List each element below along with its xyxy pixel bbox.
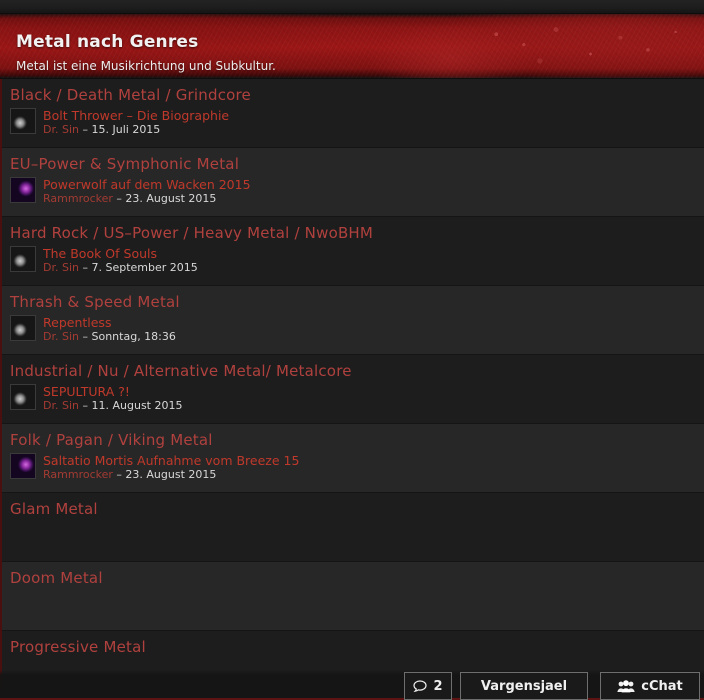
avatar[interactable] [10,453,36,479]
byline-separator: – [82,261,89,274]
masthead-splatter-decoration [464,18,694,76]
chat-comment-count-button[interactable]: 2 [404,672,452,700]
thread-meta: Repentless Dr. Sin – Sonntag, 18:36 [43,315,176,344]
category-row[interactable]: Black / Death Metal / Grindcore Bolt Thro… [2,79,704,148]
category-title-link[interactable]: Black / Death Metal / Grindcore [10,85,704,105]
category-row[interactable]: Doom Metal [2,562,704,631]
category-title-link[interactable]: Industrial / Nu / Alternative Metal/ Met… [10,361,704,381]
thread-title-link[interactable]: Powerwolf auf dem Wacken 2015 [43,177,251,192]
thread-author-link[interactable]: Dr. Sin [43,123,79,136]
category-title-link[interactable]: Doom Metal [10,568,704,588]
top-bar [0,0,704,14]
avatar[interactable] [10,177,36,203]
byline-separator: – [82,123,89,136]
chat-username-button[interactable]: Vargensjael [460,672,588,700]
thread-author-link[interactable]: Rammrocker [43,468,113,481]
thread-date: 23. August 2015 [125,468,217,481]
thread-author-link[interactable]: Dr. Sin [43,261,79,274]
byline-separator: – [116,468,122,481]
category-title-link[interactable]: Glam Metal [10,499,704,519]
thread-meta: Saltatio Mortis Aufnahme vom Breeze 15 Ra… [43,453,299,482]
thread-meta: The Book Of Souls Dr. Sin – 7. September … [43,246,198,275]
thread-meta: SEPULTURA ?! Dr. Sin – 11. August 2015 [43,384,182,413]
category-row[interactable]: Glam Metal [2,493,704,562]
thread-author-link[interactable]: Dr. Sin [43,330,79,343]
latest-thread: Powerwolf auf dem Wacken 2015 Rammrocker … [10,177,704,206]
page-title: Metal nach Genres [16,32,199,52]
thread-date: 15. Juli 2015 [91,123,161,136]
cchat-button[interactable]: cChat [600,672,700,700]
avatar[interactable] [10,315,36,341]
category-title-link[interactable]: Thrash & Speed Metal [10,292,704,312]
category-title-link[interactable]: Hard Rock / US–Power / Heavy Metal / Nwo… [10,223,704,243]
category-row[interactable]: Progressive Metal [2,631,704,700]
thread-date: 23. August 2015 [125,192,217,205]
avatar[interactable] [10,246,36,272]
cchat-label: cChat [641,678,683,694]
category-row[interactable]: Thrash & Speed Metal Repentless Dr. Sin – … [2,286,704,355]
thread-title-link[interactable]: Repentless [43,315,176,330]
thread-date: 11. August 2015 [91,399,183,412]
chat-username-label: Vargensjael [480,678,568,694]
thread-byline: Dr. Sin – 11. August 2015 [43,399,182,413]
page-root: Metal nach Genres Metal ist eine Musikri… [0,0,704,700]
category-row[interactable]: Industrial / Nu / Alternative Metal/ Met… [2,355,704,424]
byline-separator: – [116,192,122,205]
thread-byline: Rammrocker – 23. August 2015 [43,192,251,206]
category-row[interactable]: EU–Power & Symphonic Metal Powerwolf auf … [2,148,704,217]
latest-thread: SEPULTURA ?! Dr. Sin – 11. August 2015 [10,384,704,413]
thread-title-link[interactable]: Saltatio Mortis Aufnahme vom Breeze 15 [43,453,299,468]
thread-date: Sonntag, 18:36 [91,330,176,343]
latest-thread: Saltatio Mortis Aufnahme vom Breeze 15 Ra… [10,453,704,482]
thread-date: 7. September 2015 [91,261,198,274]
page-subtitle: Metal ist eine Musikrichtung und Subkult… [16,59,276,73]
avatar[interactable] [10,384,36,410]
thread-meta: Powerwolf auf dem Wacken 2015 Rammrocker … [43,177,251,206]
category-list: Black / Death Metal / Grindcore Bolt Thro… [0,79,704,700]
thread-author-link[interactable]: Rammrocker [43,192,113,205]
comment-bubble-icon [413,679,428,693]
latest-thread: Bolt Thrower – Die Biographie Dr. Sin – 1… [10,108,704,137]
thread-author-link[interactable]: Dr. Sin [43,399,79,412]
thread-title-link[interactable]: Bolt Thrower – Die Biographie [43,108,229,123]
thread-title-link[interactable]: The Book Of Souls [43,246,198,261]
thread-byline: Dr. Sin – Sonntag, 18:36 [43,330,176,344]
thread-meta: Bolt Thrower – Die Biographie Dr. Sin – 1… [43,108,229,137]
category-title-link[interactable]: EU–Power & Symphonic Metal [10,154,704,174]
avatar[interactable] [10,108,36,134]
category-title-link[interactable]: Progressive Metal [10,637,704,657]
latest-thread: The Book Of Souls Dr. Sin – 7. September … [10,246,704,275]
byline-separator: – [82,399,89,412]
thread-title-link[interactable]: SEPULTURA ?! [43,384,182,399]
category-row[interactable]: Folk / Pagan / Viking Metal Saltatio Mort… [2,424,704,493]
masthead: Metal nach Genres Metal ist eine Musikri… [0,14,704,79]
chat-comment-count: 2 [433,678,443,694]
latest-thread: Repentless Dr. Sin – Sonntag, 18:36 [10,315,704,344]
category-row[interactable]: Hard Rock / US–Power / Heavy Metal / Nwo… [2,217,704,286]
thread-byline: Dr. Sin – 7. September 2015 [43,261,198,275]
users-group-icon [617,679,635,693]
byline-separator: – [82,330,89,343]
thread-byline: Dr. Sin – 15. Juli 2015 [43,123,229,137]
category-title-link[interactable]: Folk / Pagan / Viking Metal [10,430,704,450]
thread-byline: Rammrocker – 23. August 2015 [43,468,299,482]
